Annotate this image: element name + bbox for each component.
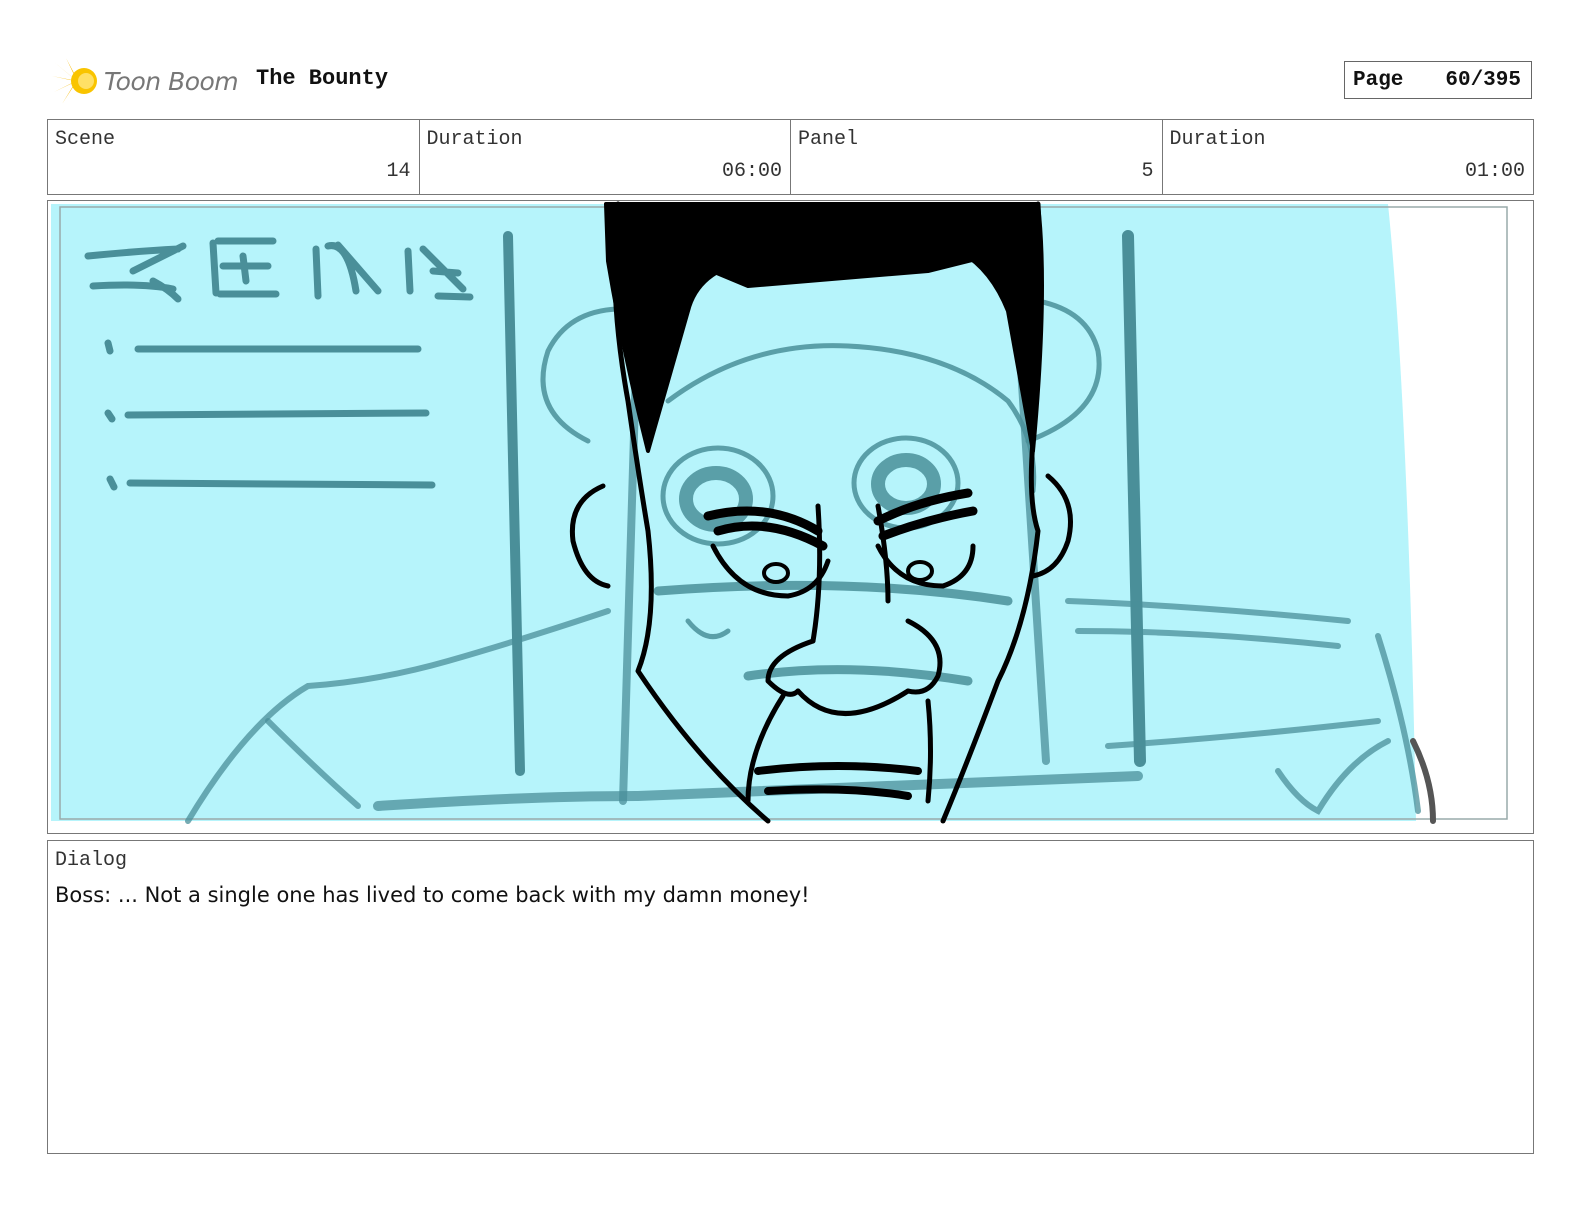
panel-label: Panel — [798, 128, 859, 151]
page-value: 60/395 — [1445, 68, 1521, 92]
scene-cell: Scene 14 — [48, 120, 420, 194]
panel-duration-label: Duration — [1169, 128, 1266, 151]
scene-label: Scene — [55, 128, 116, 151]
panel-value: 5 — [1141, 160, 1154, 183]
dialog-box: Dialog Boss: ... Not a single one has li… — [47, 840, 1534, 1154]
panel-cell: Panel 5 — [791, 120, 1163, 194]
starburst-icon — [52, 58, 97, 104]
toon-boom-logo: Toon Boom — [52, 56, 239, 106]
scene-duration-cell: Duration 06:00 — [420, 120, 791, 194]
project-title: The Bounty — [256, 66, 389, 91]
panel-duration-value: 01:00 — [1464, 160, 1525, 183]
scene-duration-value: 06:00 — [721, 160, 782, 183]
scene-value: 14 — [386, 160, 411, 183]
logo-text: Toon Boom — [104, 66, 239, 96]
scene-duration-label: Duration — [426, 128, 523, 151]
storyboard-panel — [47, 200, 1534, 834]
panel-duration-cell: Duration 01:00 — [1163, 120, 1534, 194]
info-table: Scene 14 Duration 06:00 Panel 5 Duration… — [47, 119, 1534, 195]
page-counter: Page 60/395 — [1344, 61, 1532, 99]
dialog-label: Dialog — [55, 849, 128, 872]
page-label: Page — [1353, 68, 1404, 92]
panel-sketch — [51, 201, 1508, 824]
dialog-text: Boss: ... Not a single one has lived to … — [55, 883, 810, 907]
